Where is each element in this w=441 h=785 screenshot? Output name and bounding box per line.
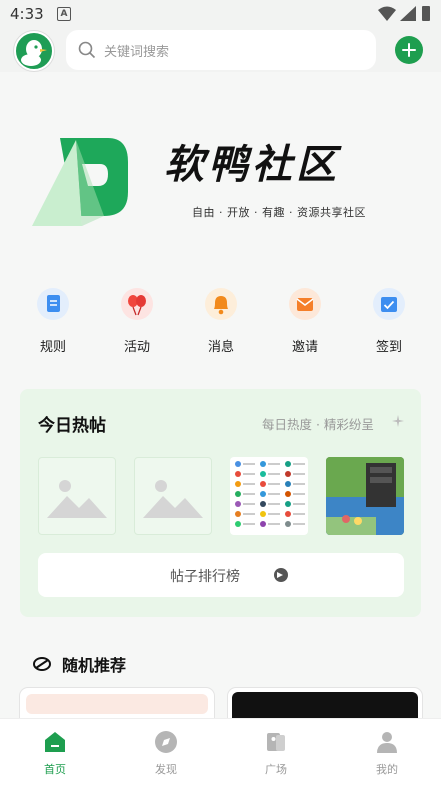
signal-icon bbox=[400, 6, 416, 21]
tab-label: 首页 bbox=[44, 763, 66, 776]
tab-label: 发现 bbox=[155, 763, 177, 776]
notification-a-icon: A bbox=[57, 7, 71, 21]
brand-banner: 软鸭社区 自由 · 开放 · 有趣 · 资源共享社区 bbox=[0, 90, 441, 260]
search-icon bbox=[78, 41, 96, 59]
search-box[interactable]: 关键词搜索 bbox=[66, 30, 376, 70]
post-ranking-button[interactable]: 帖子排行榜 bbox=[38, 553, 404, 597]
hot-posts-subtitle: 每日热度 · 精彩纷呈 bbox=[262, 417, 374, 432]
wifi-icon bbox=[378, 6, 396, 21]
tab-mine[interactable]: 我的 bbox=[347, 719, 427, 785]
game-screenshot bbox=[326, 457, 404, 535]
card-preview bbox=[26, 694, 208, 714]
hot-posts-card: 今日热帖 每日热度 · 精彩纷呈 帖子排行榜 bbox=[20, 389, 421, 617]
arrow-right-circle-icon bbox=[274, 568, 288, 582]
menu-label: 活动 bbox=[123, 340, 150, 355]
ranking-label: 帖子排行榜 bbox=[170, 569, 240, 585]
menu-item-invite[interactable]: 邀请 bbox=[275, 288, 335, 358]
menu-item-messages[interactable]: 消息 bbox=[191, 288, 251, 358]
top-bar: 关键词搜索 bbox=[0, 28, 441, 72]
calendar-check-icon bbox=[373, 288, 405, 320]
search-input[interactable]: 关键词搜索 bbox=[104, 41, 169, 60]
envelope-icon bbox=[289, 288, 321, 320]
random-title: 随机推荐 bbox=[62, 656, 127, 675]
cards-icon bbox=[267, 733, 285, 751]
status-time: 4:33 bbox=[10, 5, 44, 23]
ruanya-logo-icon bbox=[32, 138, 128, 226]
add-post-button[interactable] bbox=[395, 36, 423, 64]
tab-label: 我的 bbox=[376, 763, 398, 776]
balloons-icon bbox=[121, 288, 153, 320]
tab-home[interactable]: 首页 bbox=[15, 719, 95, 785]
hot-post-thumbnail[interactable] bbox=[230, 457, 308, 535]
status-bar: 4:33 A bbox=[0, 0, 441, 28]
tab-label: 广场 bbox=[265, 763, 287, 776]
menu-label: 邀请 bbox=[291, 340, 318, 355]
tab-square[interactable]: 广场 bbox=[236, 719, 316, 785]
image-placeholder-icon bbox=[143, 480, 203, 518]
menu-item-rules[interactable]: 规则 bbox=[23, 288, 83, 358]
menu-label: 消息 bbox=[207, 340, 234, 355]
bell-icon bbox=[205, 288, 237, 320]
person-icon bbox=[377, 732, 397, 753]
quick-menu: 规则 活动 消息 邀请 签到 bbox=[0, 288, 441, 358]
home-icon bbox=[45, 732, 65, 752]
user-avatar[interactable] bbox=[14, 31, 54, 71]
battery-icon bbox=[422, 6, 430, 21]
hot-post-thumbnail[interactable] bbox=[134, 457, 212, 535]
sparkle-icon bbox=[392, 415, 404, 427]
hot-posts-title: 今日热帖 bbox=[38, 416, 106, 436]
brand-title: 软鸭社区 bbox=[164, 142, 340, 188]
menu-item-activity[interactable]: 活动 bbox=[107, 288, 167, 358]
menu-label: 签到 bbox=[375, 340, 402, 355]
compass-icon bbox=[33, 657, 51, 671]
document-icon bbox=[37, 288, 69, 320]
duck-icon bbox=[21, 40, 47, 66]
image-placeholder-icon bbox=[47, 480, 107, 518]
menu-label: 规则 bbox=[39, 340, 66, 355]
tab-discover[interactable]: 发现 bbox=[126, 719, 206, 785]
app-grid-screenshot bbox=[235, 461, 305, 527]
hot-post-thumbnail[interactable] bbox=[326, 457, 404, 535]
bottom-tab-bar: 首页 发现 广场 我的 bbox=[0, 718, 441, 785]
brand-subtitle: 自由 · 开放 · 有趣 · 资源共享社区 bbox=[192, 206, 366, 219]
menu-item-checkin[interactable]: 签到 bbox=[359, 288, 419, 358]
hot-post-thumbnail[interactable] bbox=[38, 457, 116, 535]
compass-icon bbox=[155, 731, 177, 753]
